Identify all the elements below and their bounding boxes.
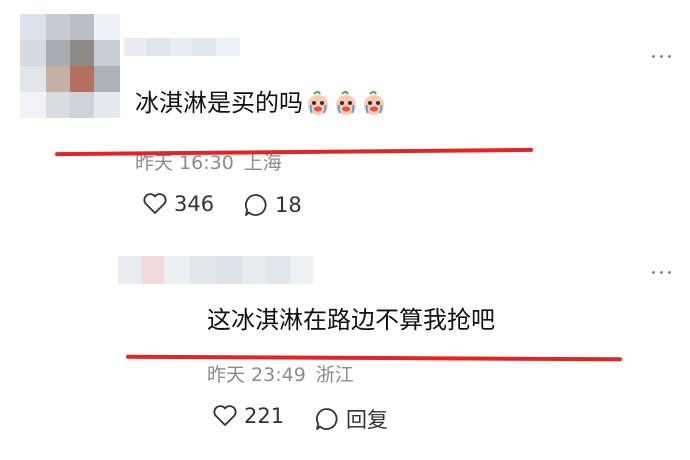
reply-text: 这冰淇淋在路边不算我抢吧 [207, 305, 495, 335]
comment-thread: 冰淇淋是买的吗 昨天 16:30 上海 346 18 这冰淇淋在路边不算我抢吧 … [0, 0, 690, 460]
reply-highlight-underline [125, 354, 623, 362]
reply-button[interactable]: 回复 [314, 404, 388, 434]
reply-location: 浙江 [315, 364, 354, 386]
reply-more-options-icon[interactable] [652, 268, 678, 276]
reply-like-count: 221 [244, 404, 285, 428]
comment-bubble-icon [244, 194, 267, 216]
comment-button[interactable]: 18 [243, 192, 302, 218]
highlight-underline [54, 147, 534, 157]
reply-username-blurred[interactable] [118, 256, 313, 284]
comment-count: 18 [275, 193, 302, 217]
reply-text-content: 这冰淇淋在路边不算我抢吧 [207, 306, 495, 334]
more-options-icon[interactable] [652, 52, 678, 60]
crying-face-icon [333, 90, 359, 116]
heart-icon [213, 405, 237, 426]
comment-text: 冰淇淋是买的吗 [135, 88, 387, 118]
comment-bubble-icon [315, 408, 338, 430]
like-button[interactable]: 346 [142, 192, 214, 216]
heart-icon [143, 193, 167, 214]
username-blurred[interactable] [124, 38, 240, 56]
like-count: 346 [174, 192, 215, 216]
reply-label: 回复 [346, 408, 388, 432]
comment-text-content: 冰淇淋是买的吗 [135, 89, 303, 117]
reply-meta: 昨天 23:49 浙江 [207, 360, 354, 387]
reply-time: 昨天 23:49 [207, 364, 306, 386]
crying-face-icon [305, 90, 331, 116]
reply-like-button[interactable]: 221 [212, 404, 284, 428]
avatar[interactable] [20, 14, 120, 118]
crying-face-icon [361, 90, 387, 116]
